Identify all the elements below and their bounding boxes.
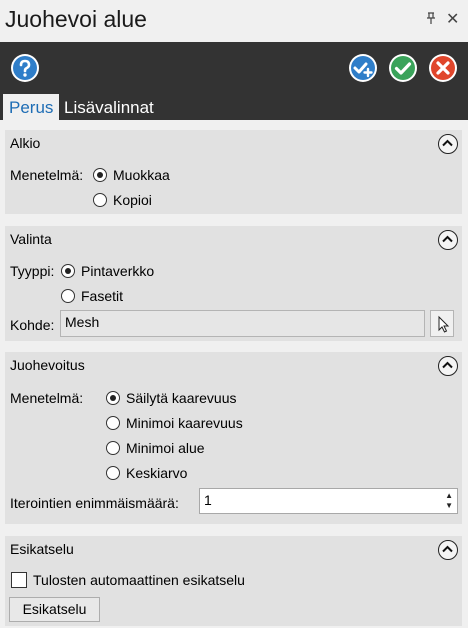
cancel-button[interactable] [428,53,458,83]
panel-title: Valinta [10,231,52,247]
collapse-button[interactable] [438,540,458,560]
collapse-button[interactable] [438,134,458,154]
question-icon [11,54,39,82]
tab-lisavalinnat[interactable]: Lisävalinnat [58,94,160,120]
spin-arrows-icon[interactable]: ▲ ▼ [445,491,453,511]
select-target-button[interactable] [430,310,454,337]
panel-title: Esikatselu [10,541,74,557]
radio-muokkaa[interactable] [93,168,107,182]
tab-perus[interactable]: Perus [3,94,60,120]
radio-kopioi-label[interactable]: Kopioi [113,192,152,208]
auto-preview-label[interactable]: Tulosten automaattinen esikatselu [33,572,245,588]
radio-pintaverkko[interactable] [61,264,75,278]
panel-valinta: Valinta Tyyppi: Pintaverkko Fasetit Kohd… [5,226,462,341]
cursor-select-icon [438,315,450,333]
ok-button[interactable] [388,53,418,83]
x-icon [429,54,457,82]
radio-muokkaa-label[interactable]: Muokkaa [113,167,170,183]
radio-kopioi[interactable] [93,193,107,207]
iterations-label: Iterointien enimmäismäärä: [10,495,179,511]
collapse-button[interactable] [438,230,458,250]
chevron-up-icon [442,235,453,243]
panel-alkio: Alkio Menetelmä: Muokkaa Kopioi [5,130,462,214]
help-button[interactable] [10,53,40,83]
iterations-value: 1 [204,492,212,508]
check-plus-icon [349,54,377,82]
radio-minimoi-kaarevuus-label[interactable]: Minimoi kaarevuus [126,415,243,431]
window-title: Juohevoi alue [5,6,147,32]
panel-juohevoitus: Juohevoitus Menetelmä: Säilytä kaarevuus… [5,352,462,524]
radio-fasetit-label[interactable]: Fasetit [81,288,123,304]
chevron-up-icon [442,139,453,147]
close-icon[interactable]: ✕ [446,9,459,29]
tab-bar: Perus Lisävalinnat [0,94,468,120]
method-label: Menetelmä: [10,167,84,183]
radio-keskiarvo-label[interactable]: Keskiarvo [126,465,187,481]
preview-button[interactable]: Esikatselu [9,597,100,622]
toolbar [0,42,468,94]
radio-minimoi-alue-label[interactable]: Minimoi alue [126,440,205,456]
target-field[interactable]: Mesh [60,310,425,337]
panel-esikatselu: Esikatselu Tulosten automaattinen esikat… [5,536,462,626]
radio-pintaverkko-label[interactable]: Pintaverkko [81,263,154,279]
pin-icon[interactable] [426,12,436,27]
radio-sailyta-kaarevuus-label[interactable]: Säilytä kaarevuus [126,390,237,406]
radio-sailyta-kaarevuus[interactable] [106,391,120,405]
panel-title: Alkio [10,135,41,151]
apply-continue-button[interactable] [348,53,378,83]
check-icon [389,54,417,82]
method-label: Menetelmä: [10,390,84,406]
chevron-up-icon [442,545,453,553]
panel-title: Juohevoitus [10,357,85,373]
auto-preview-checkbox[interactable] [11,572,27,588]
type-label: Tyyppi: [10,263,55,279]
radio-minimoi-alue[interactable] [106,441,120,455]
radio-minimoi-kaarevuus[interactable] [106,416,120,430]
title-bar: Juohevoi alue ✕ [0,0,468,42]
target-label: Kohde: [10,317,55,333]
radio-fasetit[interactable] [61,289,75,303]
collapse-button[interactable] [438,356,458,376]
chevron-up-icon [442,361,453,369]
iterations-input[interactable]: 1 ▲ ▼ [199,488,458,514]
radio-keskiarvo[interactable] [106,466,120,480]
